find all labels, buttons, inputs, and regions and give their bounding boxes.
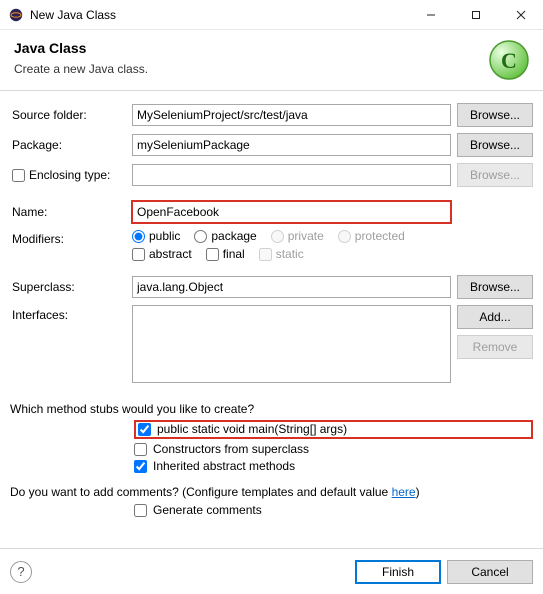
browse-source-folder-button[interactable]: Browse...	[457, 103, 533, 127]
enclosing-type-input	[132, 164, 451, 186]
generate-comments-checkbox[interactable]	[134, 504, 147, 517]
maximize-button[interactable]	[453, 0, 498, 30]
stub-main-label: public static void main(String[] args)	[157, 422, 347, 436]
class-icon: C	[487, 38, 531, 82]
stub-main-checkbox[interactable]	[138, 423, 151, 436]
remove-interface-button: Remove	[457, 335, 533, 359]
page-subtitle: Create a new Java class.	[14, 62, 529, 76]
modifier-private-radio	[271, 230, 284, 243]
svg-text:C: C	[501, 48, 517, 73]
comments-question: Do you want to add comments? (Configure …	[0, 477, 543, 501]
superclass-label: Superclass:	[10, 280, 132, 294]
stub-constructors-label: Constructors from superclass	[153, 442, 309, 456]
browse-enclosing-type-button: Browse...	[457, 163, 533, 187]
source-folder-label: Source folder:	[10, 108, 132, 122]
add-interface-button[interactable]: Add...	[457, 305, 533, 329]
stub-constructors-checkbox[interactable]	[134, 443, 147, 456]
stub-inherited-label: Inherited abstract methods	[153, 459, 295, 473]
interfaces-label: Interfaces:	[10, 305, 132, 322]
page-title: Java Class	[14, 40, 529, 56]
interfaces-list[interactable]	[132, 305, 451, 383]
modifier-package-radio[interactable]	[194, 230, 207, 243]
modifier-abstract-checkbox[interactable]	[132, 248, 145, 261]
generate-comments-label: Generate comments	[153, 503, 262, 517]
enclosing-type-label: Enclosing type:	[29, 168, 110, 182]
superclass-input[interactable]	[132, 276, 451, 298]
package-label: Package:	[10, 138, 132, 152]
modifiers-label: Modifiers:	[10, 229, 132, 246]
source-folder-input[interactable]	[132, 104, 451, 126]
package-input[interactable]	[132, 134, 451, 156]
modifier-static-checkbox	[259, 248, 272, 261]
modifier-protected-radio	[338, 230, 351, 243]
close-button[interactable]	[498, 0, 543, 30]
finish-button[interactable]: Finish	[355, 560, 441, 584]
minimize-button[interactable]	[408, 0, 453, 30]
name-label: Name:	[10, 205, 132, 219]
browse-package-button[interactable]: Browse...	[457, 133, 533, 157]
stub-inherited-checkbox[interactable]	[134, 460, 147, 473]
modifier-public-radio[interactable]	[132, 230, 145, 243]
eclipse-icon	[8, 7, 24, 23]
stubs-question: Which method stubs would you like to cre…	[0, 398, 543, 418]
modifier-final-checkbox[interactable]	[206, 248, 219, 261]
enclosing-type-checkbox[interactable]	[12, 169, 25, 182]
window-title: New Java Class	[30, 8, 408, 22]
name-input[interactable]	[132, 201, 451, 223]
browse-superclass-button[interactable]: Browse...	[457, 275, 533, 299]
cancel-button[interactable]: Cancel	[447, 560, 533, 584]
configure-templates-link[interactable]: here	[392, 485, 416, 499]
help-button[interactable]: ?	[10, 561, 32, 583]
